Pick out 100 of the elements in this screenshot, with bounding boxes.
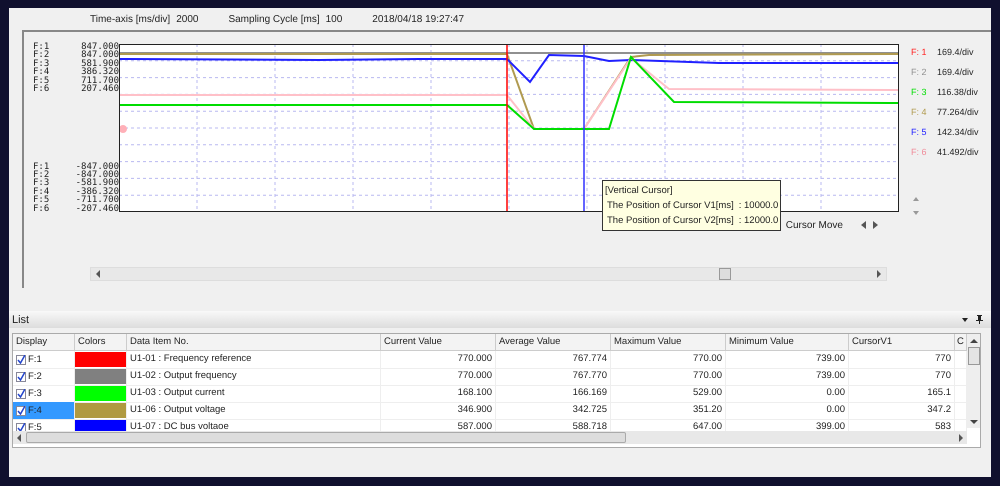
tooltip-label: The Position of Cursor V2[ms] xyxy=(607,214,734,228)
table-cell: 342.725 xyxy=(496,402,611,420)
down-arrow-icon[interactable] xyxy=(970,419,978,425)
legend-channel: F: 6 xyxy=(911,147,928,159)
column-header[interactable]: Average Value xyxy=(496,334,611,351)
table-cell: 767.774 xyxy=(496,351,611,369)
channel-label: F:5 xyxy=(28,420,42,431)
time-axis-label: Time-axis [ms/div] xyxy=(90,14,170,24)
channel-label: F:3 xyxy=(33,179,50,188)
table-cell: 770.00 xyxy=(611,368,726,386)
channel-label: F:5 xyxy=(33,196,50,205)
horizontal-scrollbar[interactable] xyxy=(90,267,887,281)
right-arrow-icon[interactable] xyxy=(876,270,882,278)
table-cell: 168.100 xyxy=(381,385,496,403)
tooltip-value: : 12000.0 xyxy=(738,214,778,228)
sampling-cycle-label: Sampling Cycle [ms] xyxy=(228,14,320,24)
legend-scale: 77.264/div xyxy=(937,107,979,119)
right-arrow-icon[interactable] xyxy=(872,221,879,229)
table-cell: 529.00 xyxy=(611,385,726,403)
channel-label: F:2 xyxy=(33,51,50,60)
table-cell: 770 xyxy=(849,351,955,369)
display-cell[interactable]: F:2 xyxy=(13,368,75,386)
column-header[interactable]: Current Value xyxy=(381,334,496,351)
marker-dot[interactable] xyxy=(119,125,127,133)
scrollbar-thumb[interactable] xyxy=(26,432,626,443)
column-header[interactable]: Maximum Value xyxy=(611,334,726,351)
cursor-line[interactable] xyxy=(583,44,585,212)
sampling-cycle-value: 100 xyxy=(326,14,342,24)
scale-max-value: 386.320 xyxy=(81,68,119,77)
vertical-scrollbar[interactable] xyxy=(967,334,980,428)
scale-max-value: 847.000 xyxy=(81,51,119,60)
scale-max-value: 847.000 xyxy=(81,43,119,52)
column-header[interactable]: Colors xyxy=(75,334,127,351)
channel-label: F:3 xyxy=(28,386,42,400)
channel-label: F:1 xyxy=(33,162,50,172)
table-cell: 166.169 xyxy=(496,385,611,403)
legend-scale: 169.4/div xyxy=(937,67,974,79)
channel-label: F:6 xyxy=(33,84,50,94)
display-cell[interactable]: F:4 xyxy=(13,402,75,420)
legend-scale: 169.4/div xyxy=(937,47,974,59)
tooltip-value: : 10000.0 xyxy=(738,199,778,213)
scale-min-value: -847.000 xyxy=(76,171,119,180)
scale-max-value: 711.700 xyxy=(81,76,119,85)
scale-max-value: 207.460 xyxy=(81,84,119,94)
left-arrow-icon[interactable] xyxy=(95,270,101,278)
right-arrow-icon[interactable] xyxy=(958,434,964,442)
column-header[interactable]: Minimum Value xyxy=(726,334,849,351)
scale-min-value: -386.320 xyxy=(76,188,119,196)
scale-min-value: -207.460 xyxy=(76,204,119,213)
channel-label: F:2 xyxy=(28,370,42,384)
checkbox[interactable] xyxy=(16,406,26,416)
column-header[interactable]: CursorV1 xyxy=(849,334,955,351)
table-cell: U1-01 : Frequency reference xyxy=(127,351,381,369)
table-cell: 770.000 xyxy=(381,368,496,386)
channel-label: F:3 xyxy=(33,60,50,68)
table-cell: 770.00 xyxy=(611,351,726,369)
legend-scale: 142.34/div xyxy=(937,127,979,139)
table-cell: 770.000 xyxy=(381,351,496,369)
legend-channel: F: 1 xyxy=(911,47,928,59)
list-title: List xyxy=(12,314,30,326)
channel-label: F:4 xyxy=(33,188,50,196)
scale-max-value: 581.900 xyxy=(81,60,119,68)
up-arrow-icon[interactable] xyxy=(970,338,978,344)
scale-min-value: -847.000 xyxy=(76,162,119,172)
legend-channel: F: 4 xyxy=(911,107,928,119)
scrollbar-thumb[interactable] xyxy=(968,347,980,365)
left-arrow-icon[interactable] xyxy=(16,434,22,442)
table-cell: 346.900 xyxy=(381,402,496,420)
table-cell: 770 xyxy=(849,368,955,386)
channel-label: F:1 xyxy=(28,352,42,366)
column-header[interactable]: Display xyxy=(13,334,75,351)
channel-label: F:6 xyxy=(33,204,50,213)
dropdown-icon[interactable] xyxy=(962,318,968,322)
scale-min-value: -581.900 xyxy=(76,179,119,188)
horizontal-scrollbar[interactable] xyxy=(13,431,967,444)
table-cell: 739.00 xyxy=(726,351,849,369)
left-arrow-icon[interactable] xyxy=(860,221,867,229)
tooltip-label: The Position of Cursor V1[ms] xyxy=(607,199,734,213)
scrollbar-thumb[interactable] xyxy=(719,268,731,280)
time-axis-value: 2000 xyxy=(176,14,198,24)
table-cell: U1-02 : Output frequency xyxy=(127,368,381,386)
column-header[interactable]: C xyxy=(955,334,967,351)
table-cell: 351.20 xyxy=(611,402,726,420)
table-cell: 165.1 xyxy=(849,385,955,403)
column-header[interactable]: Data Item No. xyxy=(127,334,381,351)
table-cell: U1-06 : Output voltage xyxy=(127,402,381,420)
checkbox[interactable] xyxy=(16,372,26,382)
channel-label: F:2 xyxy=(33,171,50,180)
checkbox[interactable] xyxy=(16,388,26,398)
channel-label: F:1 xyxy=(33,43,50,52)
table-cell: 0.00 xyxy=(726,385,849,403)
legend-scale: 41.492/div xyxy=(937,147,979,159)
table-cell: 0.00 xyxy=(726,402,849,420)
channel-label: F:4 xyxy=(28,404,42,418)
pin-icon[interactable] xyxy=(976,315,983,324)
tooltip-title: [Vertical Cursor] xyxy=(605,184,674,198)
checkbox[interactable] xyxy=(16,422,26,431)
checkbox[interactable] xyxy=(16,354,26,364)
display-cell[interactable]: F:1 xyxy=(13,351,75,369)
timestamp: 2018/04/18 19:27:47 xyxy=(372,14,464,24)
